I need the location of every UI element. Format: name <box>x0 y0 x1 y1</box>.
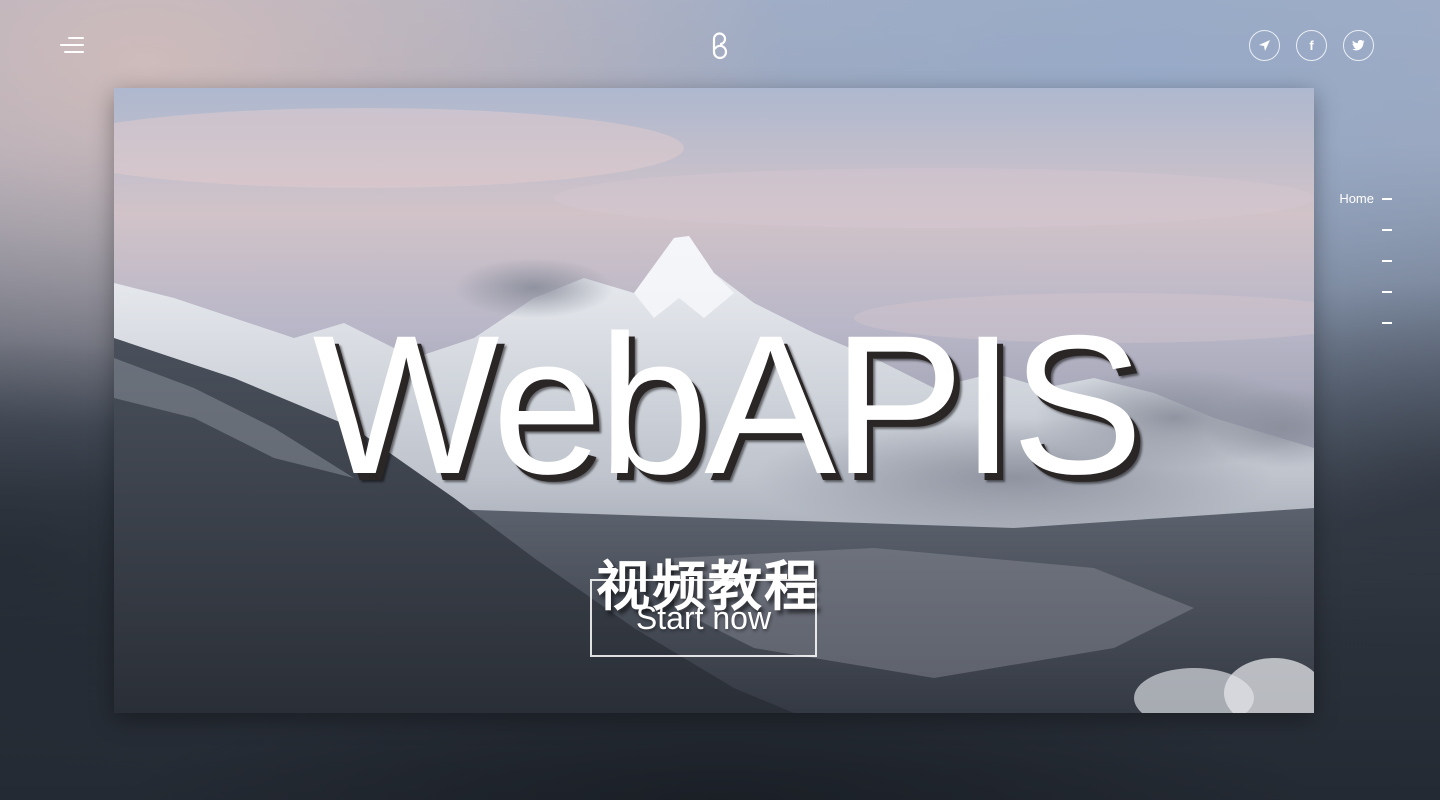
send-icon[interactable] <box>1249 30 1280 61</box>
section-nav-item-home[interactable]: Home <box>1339 183 1392 214</box>
section-nav-item-3[interactable] <box>1374 245 1392 276</box>
section-nav: Home <box>1339 183 1392 338</box>
hero-title: WebAPIS <box>312 294 1144 515</box>
section-nav-dash <box>1382 321 1392 324</box>
section-nav-dash <box>1382 228 1392 231</box>
section-nav-dash <box>1382 290 1392 293</box>
facebook-icon[interactable]: f <box>1296 30 1327 61</box>
section-nav-dash <box>1382 197 1392 200</box>
section-nav-item-5[interactable] <box>1374 307 1392 338</box>
section-nav-item-2[interactable] <box>1374 214 1392 245</box>
section-nav-dash <box>1382 259 1392 262</box>
brand-logo-icon[interactable] <box>707 27 733 61</box>
section-nav-item-4[interactable] <box>1374 276 1392 307</box>
social-links: f <box>1249 30 1374 61</box>
menu-icon[interactable] <box>60 35 84 55</box>
section-nav-label: Home <box>1339 191 1374 206</box>
start-now-button[interactable]: Start now <box>590 579 817 657</box>
twitter-icon[interactable] <box>1343 30 1374 61</box>
